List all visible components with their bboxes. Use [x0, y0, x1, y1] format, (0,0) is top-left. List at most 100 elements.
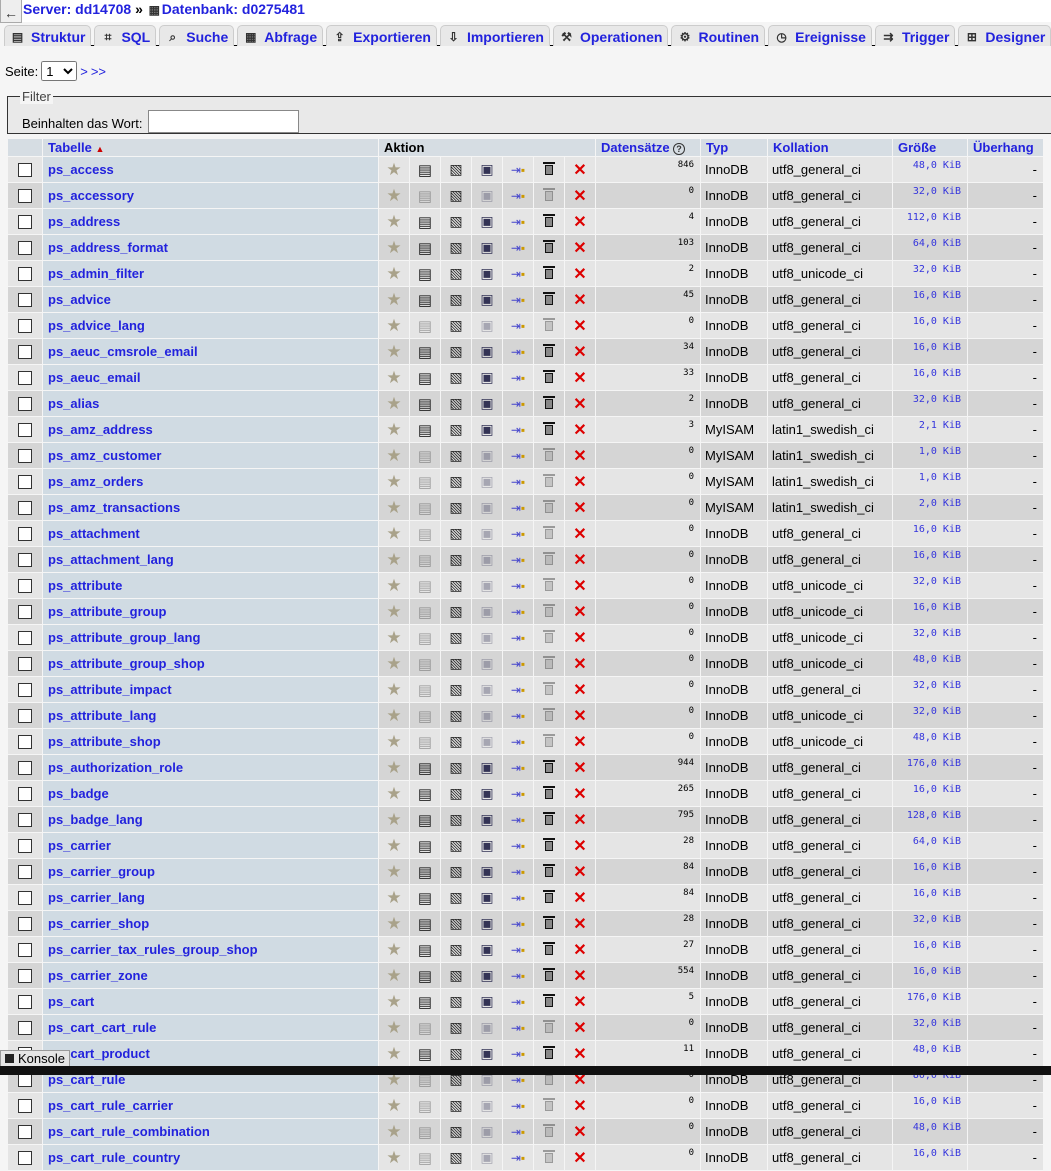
table-name-link[interactable]: ps_attribute_impact	[43, 677, 378, 702]
button-favorite[interactable]: ★	[379, 417, 409, 442]
button-browse[interactable]: ▤	[410, 261, 440, 286]
button-favorite[interactable]: ★	[379, 781, 409, 806]
size-link[interactable]: 16,0 KiB	[893, 599, 967, 624]
button-insert[interactable]: ⇥▪	[503, 287, 533, 312]
button-search[interactable]: ▣	[472, 417, 502, 442]
row-checkbox[interactable]	[18, 501, 32, 516]
button-insert[interactable]: ⇥▪	[503, 261, 533, 286]
button-drop[interactable]: ✕	[565, 729, 595, 754]
button-insert[interactable]: ⇥▪	[503, 807, 533, 832]
size-link[interactable]: 32,0 KiB	[893, 1015, 967, 1040]
button-empty[interactable]	[534, 1145, 564, 1170]
table-name-link[interactable]: ps_accessory	[43, 183, 378, 208]
size-link[interactable]: 16,0 KiB	[893, 1145, 967, 1170]
table-name-link[interactable]: ps_badge	[43, 781, 378, 806]
table-name-link[interactable]: ps_advice_lang	[43, 313, 378, 338]
button-favorite[interactable]: ★	[379, 521, 409, 546]
button-drop[interactable]: ✕	[565, 573, 595, 598]
size-link[interactable]: 112,0 KiB	[893, 209, 967, 234]
row-checkbox[interactable]	[18, 319, 32, 334]
button-empty[interactable]	[534, 261, 564, 286]
button-drop[interactable]: ✕	[565, 469, 595, 494]
button-structure[interactable]: ▧	[441, 443, 471, 468]
button-structure[interactable]: ▧	[441, 1145, 471, 1170]
size-link[interactable]: 48,0 KiB	[893, 1041, 967, 1066]
table-name-link[interactable]: ps_attribute_lang	[43, 703, 378, 728]
row-checkbox[interactable]	[18, 241, 32, 256]
button-insert[interactable]: ⇥▪	[503, 755, 533, 780]
button-search[interactable]: ▣	[472, 287, 502, 312]
button-drop[interactable]: ✕	[565, 495, 595, 520]
button-search[interactable]: ▣	[472, 807, 502, 832]
console-button[interactable]: Konsole	[0, 1050, 70, 1067]
button-browse[interactable]: ▤	[410, 365, 440, 390]
button-empty[interactable]	[534, 495, 564, 520]
size-link[interactable]: 1,0 KiB	[893, 443, 967, 468]
button-drop[interactable]: ✕	[565, 781, 595, 806]
button-insert[interactable]: ⇥▪	[503, 781, 533, 806]
button-empty[interactable]	[534, 1119, 564, 1144]
table-name-link[interactable]: ps_cart	[43, 989, 378, 1014]
button-structure[interactable]: ▧	[441, 703, 471, 728]
button-insert[interactable]: ⇥▪	[503, 1145, 533, 1170]
table-name-link[interactable]: ps_amz_customer	[43, 443, 378, 468]
button-search[interactable]: ▣	[472, 1093, 502, 1118]
table-name-link[interactable]: ps_attribute_group	[43, 599, 378, 624]
row-checkbox[interactable]	[18, 215, 32, 230]
table-name-link[interactable]: ps_cart_rule_combination	[43, 1119, 378, 1144]
tab-exportieren[interactable]: ⇪ Exportieren	[326, 25, 437, 46]
row-checkbox[interactable]	[18, 683, 32, 698]
size-link[interactable]: 16,0 KiB	[893, 313, 967, 338]
button-browse[interactable]: ▤	[410, 599, 440, 624]
size-link[interactable]: 16,0 KiB	[893, 365, 967, 390]
row-checkbox[interactable]	[18, 293, 32, 308]
button-insert[interactable]: ⇥▪	[503, 677, 533, 702]
row-checkbox[interactable]	[18, 475, 32, 490]
table-name-link[interactable]: ps_carrier_shop	[43, 911, 378, 936]
tab-sql[interactable]: ⌗ SQL	[94, 25, 157, 46]
button-browse[interactable]: ▤	[410, 625, 440, 650]
button-search[interactable]: ▣	[472, 781, 502, 806]
row-checkbox[interactable]	[18, 631, 32, 646]
row-checkbox[interactable]	[18, 735, 32, 750]
button-search[interactable]: ▣	[472, 157, 502, 182]
size-link[interactable]: 16,0 KiB	[893, 937, 967, 962]
last-page-link[interactable]: >>	[91, 64, 106, 79]
button-insert[interactable]: ⇥▪	[503, 885, 533, 910]
button-browse[interactable]: ▤	[410, 781, 440, 806]
button-empty[interactable]	[534, 963, 564, 988]
size-link[interactable]: 128,0 KiB	[893, 807, 967, 832]
button-insert[interactable]: ⇥▪	[503, 443, 533, 468]
size-link[interactable]: 16,0 KiB	[893, 339, 967, 364]
button-insert[interactable]: ⇥▪	[503, 547, 533, 572]
button-favorite[interactable]: ★	[379, 157, 409, 182]
back-button[interactable]: ←	[0, 0, 22, 23]
button-structure[interactable]: ▧	[441, 937, 471, 962]
table-name-link[interactable]: ps_cart_rule_country	[43, 1145, 378, 1170]
button-structure[interactable]: ▧	[441, 521, 471, 546]
button-browse[interactable]: ▤	[410, 235, 440, 260]
button-insert[interactable]: ⇥▪	[503, 1093, 533, 1118]
size-link[interactable]: 32,0 KiB	[893, 703, 967, 728]
button-browse[interactable]: ▤	[410, 209, 440, 234]
table-name-link[interactable]: ps_carrier_zone	[43, 963, 378, 988]
button-favorite[interactable]: ★	[379, 183, 409, 208]
button-empty[interactable]	[534, 547, 564, 572]
button-drop[interactable]: ✕	[565, 287, 595, 312]
button-search[interactable]: ▣	[472, 1119, 502, 1144]
button-favorite[interactable]: ★	[379, 651, 409, 676]
button-empty[interactable]	[534, 235, 564, 260]
table-name-link[interactable]: ps_amz_orders	[43, 469, 378, 494]
tab-struktur[interactable]: ▤ Struktur	[4, 25, 92, 46]
button-drop[interactable]: ✕	[565, 261, 595, 286]
table-name-link[interactable]: ps_aeuc_cmsrole_email	[43, 339, 378, 364]
button-drop[interactable]: ✕	[565, 885, 595, 910]
size-link[interactable]: 32,0 KiB	[893, 261, 967, 286]
button-insert[interactable]: ⇥▪	[503, 703, 533, 728]
button-favorite[interactable]: ★	[379, 339, 409, 364]
button-drop[interactable]: ✕	[565, 391, 595, 416]
button-browse[interactable]: ▤	[410, 1041, 440, 1066]
button-structure[interactable]: ▧	[441, 963, 471, 988]
table-name-link[interactable]: ps_carrier	[43, 833, 378, 858]
button-drop[interactable]: ✕	[565, 937, 595, 962]
